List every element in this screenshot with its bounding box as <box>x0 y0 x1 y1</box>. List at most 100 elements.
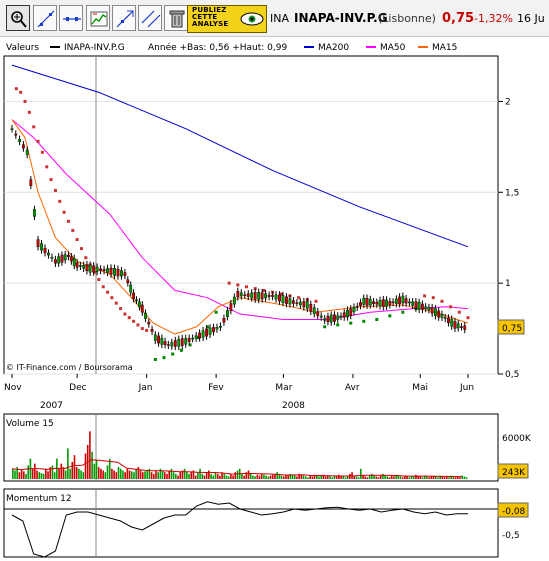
candle-body <box>394 298 398 304</box>
volume-bar <box>155 470 157 479</box>
sar-dot <box>123 312 127 316</box>
volume-bar <box>67 448 69 479</box>
sar-dot <box>457 310 461 314</box>
sar-dot <box>375 317 379 321</box>
volume-bar <box>311 476 314 479</box>
volume-bar <box>309 475 311 479</box>
candle-body <box>180 338 184 346</box>
volume-bar <box>412 476 415 479</box>
candle-body <box>194 335 198 339</box>
candle-body <box>102 269 106 271</box>
volume-bar <box>428 477 430 479</box>
volume-bar <box>166 473 168 479</box>
volume-bar <box>84 453 87 479</box>
candle-body <box>274 294 278 300</box>
parallel-lines-button[interactable] <box>138 5 162 31</box>
volume-bar <box>443 477 446 479</box>
sar-dot <box>323 325 327 329</box>
candle-body <box>10 128 14 130</box>
candle-body <box>305 301 309 309</box>
candle-body <box>385 299 388 307</box>
volume-last-label: 243K <box>502 468 526 478</box>
volume-bar <box>141 472 144 479</box>
candle-body <box>116 268 120 277</box>
volume-bar <box>437 477 439 479</box>
volume-bar <box>342 476 345 479</box>
volume-bar <box>243 475 245 479</box>
candle-body <box>463 325 467 330</box>
candle-body <box>285 296 288 304</box>
volume-bar <box>104 472 107 479</box>
eye-icon <box>240 12 264 26</box>
sar-dot <box>136 323 140 327</box>
chart-check-icon <box>90 11 108 27</box>
volume-bar <box>111 468 113 479</box>
candle-body <box>398 296 401 305</box>
volume-bar <box>271 474 274 479</box>
volume-bar <box>276 472 278 479</box>
volume-bar <box>318 476 320 479</box>
horizontal-line-button[interactable] <box>59 5 83 31</box>
sar-dot <box>62 210 66 214</box>
volume-bar <box>307 477 309 479</box>
volume-bar <box>42 473 45 479</box>
volume-bar <box>408 477 411 479</box>
sar-dot <box>214 310 218 314</box>
volume-bar <box>256 474 259 479</box>
sar-dot <box>466 316 470 320</box>
candle-body <box>212 327 215 333</box>
volume-bar <box>454 477 457 479</box>
stock-chart[interactable]: Valeurs INAPA-INV.P.G Année +Bas: 0,56 +… <box>0 36 549 561</box>
month-tick-label: Jan <box>138 383 153 393</box>
last-price-label: 0,75 <box>502 324 522 334</box>
volume-bar <box>234 472 237 479</box>
sar-dot <box>32 125 36 129</box>
candle-body <box>166 344 170 346</box>
candle-body <box>54 259 57 264</box>
candle-body <box>427 307 431 310</box>
indicators-button[interactable] <box>86 5 110 31</box>
legend-ma50: MA50 <box>380 43 406 53</box>
volume-bar <box>128 470 131 479</box>
volume-bar <box>186 472 188 479</box>
candle-body <box>106 268 109 273</box>
volume-bar <box>236 470 239 479</box>
line-tool-button[interactable] <box>33 5 57 31</box>
volume-bar <box>393 476 395 479</box>
candle-body <box>25 149 29 155</box>
volume-bar <box>241 473 243 479</box>
volume-bar <box>406 476 408 479</box>
candle-body <box>69 256 73 262</box>
trend-arrow-icon <box>116 10 134 28</box>
last-price: 0,75 <box>442 11 475 26</box>
candle-body <box>460 326 463 328</box>
candle-body <box>302 301 306 308</box>
volume-bar <box>377 477 380 479</box>
candle-body <box>316 311 320 316</box>
volume-bar <box>419 476 422 479</box>
volume-bar <box>146 470 148 479</box>
publish-analysis-button[interactable]: PUBLIEZ CETTE ANALYSE <box>187 5 267 33</box>
volume-bar <box>208 470 210 479</box>
volume-bar <box>106 465 109 479</box>
volume-bar <box>194 475 197 479</box>
sar-dot <box>362 319 366 323</box>
candle-body <box>312 307 316 315</box>
candle-body <box>72 258 76 266</box>
candle-body <box>33 209 36 217</box>
volume-bar <box>296 476 298 479</box>
zoom-tool-button[interactable] <box>6 5 30 31</box>
volume-bar <box>320 475 323 479</box>
trend-tool-button[interactable] <box>112 5 136 31</box>
sar-dot <box>336 323 340 327</box>
sar-dot <box>23 99 27 103</box>
candle-body <box>47 252 50 256</box>
volume-bar <box>249 473 252 479</box>
candle-body <box>236 291 240 298</box>
momentum-panel <box>3 488 499 558</box>
delete-button[interactable] <box>164 5 188 31</box>
month-tick-label: Dec <box>69 383 86 393</box>
sar-dot <box>179 348 183 352</box>
volume-bar <box>335 476 338 479</box>
candle-body <box>281 295 285 303</box>
